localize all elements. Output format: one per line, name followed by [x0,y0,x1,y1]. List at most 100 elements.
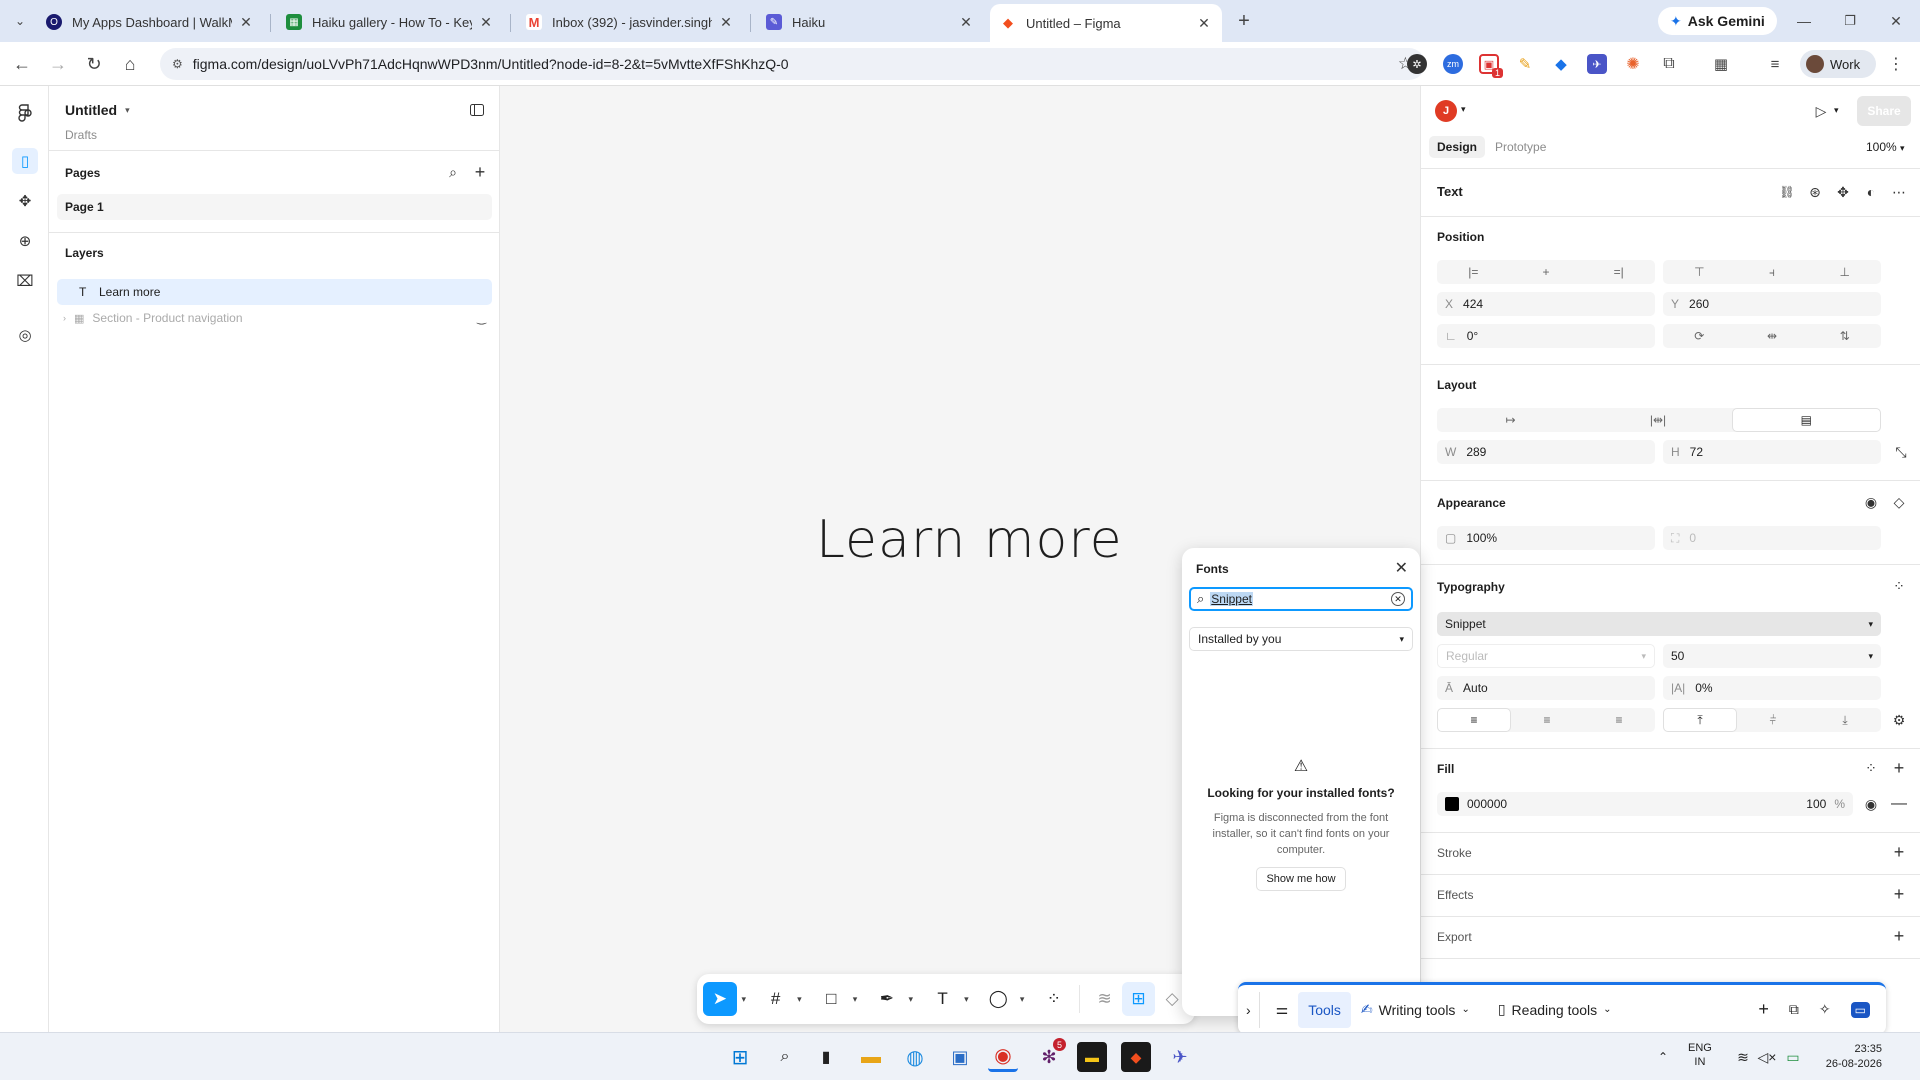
show-me-how-button[interactable]: Show me how [1256,867,1346,891]
comment-tool-icon[interactable]: ◯ [981,982,1015,1016]
chevron-down-icon[interactable]: ▾ [848,994,862,1005]
store-icon[interactable]: ▣ [945,1042,975,1072]
fill-color-swatch[interactable] [1445,797,1459,811]
corner-radius-field[interactable]: ⛶ 0 [1663,526,1881,550]
chevron-down-icon[interactable]: ▾ [959,994,973,1005]
user-avatar[interactable]: J [1435,100,1457,122]
add-export-icon[interactable]: + [1889,926,1909,946]
text-align-right-icon[interactable]: ≡ [1583,708,1655,732]
edge-icon[interactable]: ◍ [900,1042,930,1072]
chrome-icon[interactable]: ◉ [988,1042,1018,1072]
font-family-select[interactable]: Snippet ▾ [1437,612,1881,636]
figma-app-icon[interactable]: ◆ [1121,1042,1151,1072]
auto-width-icon[interactable]: ↦ [1437,408,1584,432]
align-center-h-icon[interactable]: + [1510,260,1583,284]
add-fill-icon[interactable]: + [1889,758,1909,778]
writing-tools-button[interactable]: ✍ Writing tools ⌄ [1351,992,1480,1028]
align-top-icon[interactable]: ⊤ [1663,260,1736,284]
add-icon[interactable]: + [1748,992,1779,1028]
close-icon[interactable]: ✕ [1395,558,1408,578]
text-align-middle-icon[interactable]: ⫩ [1737,708,1809,732]
pen-tool-icon[interactable]: ✒ [870,982,904,1016]
rotation-field[interactable]: ∟ 0° [1437,324,1655,348]
tab-prototype[interactable]: Prototype [1495,140,1546,154]
address-bar[interactable]: ⚙ figma.com/design/uoLVvPh71AdcHqnwWPD3n… [160,48,1425,80]
flip-vertical-icon[interactable]: ⇅ [1808,324,1881,348]
profile-button[interactable]: Work [1800,50,1876,78]
present-play-icon[interactable]: ▷ [1811,101,1831,121]
x-position-field[interactable]: X 424 [1437,292,1655,316]
plugins-icon[interactable]: ⊕ [12,228,38,254]
width-field[interactable]: W 289 [1437,440,1655,464]
file-explorer-icon[interactable]: ▬ [856,1042,886,1072]
magic-wand-icon[interactable]: ✧ [1809,992,1841,1028]
tab-search-chevron-icon[interactable]: ⌄ [6,7,34,35]
zoom-extension-icon[interactable]: zm [1443,54,1463,74]
clock[interactable]: 23:35 26-08-2026 [1818,1042,1882,1072]
add-stroke-icon[interactable]: + [1889,842,1909,862]
reading-tools-button[interactable]: ▯ Reading tools ⌄ [1488,992,1622,1028]
text-align-bottom-icon[interactable]: ⤓ [1809,708,1881,732]
chevron-down-icon[interactable]: ▾ [737,994,751,1005]
file-pages-icon[interactable]: ▯ [12,148,38,174]
draw-mode-icon[interactable]: ≋ [1088,982,1122,1016]
briefcase-icon[interactable]: ⌧ [12,268,38,294]
close-window-icon[interactable]: ✕ [1882,7,1910,35]
hidden-eye-icon[interactable]: ‿ [477,312,486,325]
line-height-field[interactable]: Ā Auto [1437,676,1655,700]
haiku-extension-icon[interactable]: ✈ [1587,54,1607,74]
pen-extension-icon[interactable]: ✎ [1515,54,1535,74]
fill-styles-icon[interactable]: ⁘ [1861,758,1881,778]
chat-icon[interactable]: ▭ [1841,992,1880,1028]
chevron-down-icon[interactable]: ▾ [792,994,806,1005]
extensions-puzzle-icon[interactable]: ⧉ [1659,54,1679,74]
dev-mode-icon[interactable]: ◎ [12,322,38,348]
close-tab-icon[interactable]: ✕ [958,14,974,31]
design-mode-icon[interactable]: ⊞ [1121,982,1156,1016]
text-align-top-icon[interactable]: ⤒ [1663,708,1737,732]
create-component-icon[interactable]: ✥ [1833,182,1853,202]
close-tab-icon[interactable]: ✕ [238,14,254,31]
font-search-input[interactable]: ⌕ Snippet ✕ [1189,587,1413,611]
forward-icon[interactable]: → [44,50,72,78]
tools-settings-icon[interactable]: ⚌ [1266,992,1299,1028]
align-right-icon[interactable]: =| [1582,260,1655,284]
file-name-menu[interactable]: Untitled ▾ [65,102,130,118]
flip-horizontal-icon[interactable]: ⇹ [1736,324,1809,348]
visibility-eye-icon[interactable]: ◉ [1861,492,1881,512]
more-options-icon[interactable]: ⋯ [1889,182,1909,202]
fixed-size-icon[interactable]: ▤ [1731,408,1881,432]
blend-mode-icon[interactable]: ◇ [1889,492,1909,512]
browser-tab-figma[interactable]: ◆ Untitled – Figma ✕ [990,4,1222,42]
haiku-app-icon[interactable]: ✈ [1165,1042,1195,1072]
sidebar-toggle-icon[interactable] [467,100,487,120]
font-source-filter[interactable]: Installed by you ▾ [1189,627,1413,651]
align-left-icon[interactable]: |= [1437,260,1510,284]
show-hidden-icons-chevron[interactable]: ⌃ [1648,1042,1678,1072]
text-align-left-icon[interactable]: ≡ [1437,708,1511,732]
battery-icon[interactable]: ▭ [1778,1042,1808,1072]
auto-height-icon[interactable]: |⇹| [1584,408,1731,432]
zoom-menu[interactable]: 100% ▾ [1866,140,1905,154]
remove-fill-icon[interactable]: — [1889,794,1909,814]
reload-icon[interactable]: ↻ [80,50,108,78]
minimize-window-icon[interactable]: — [1790,7,1818,35]
add-effect-icon[interactable]: + [1889,884,1909,904]
mask-icon[interactable]: ◐ [1861,182,1881,202]
reading-mode-icon[interactable]: ≡ [1765,54,1785,74]
chevron-down-icon[interactable]: ▾ [1015,994,1029,1005]
link-icon[interactable]: ⛓ [1777,182,1797,202]
page-item[interactable]: Page 1 [57,194,492,220]
close-tab-icon[interactable]: ✕ [478,14,494,31]
layer-item-learn-more[interactable]: T Learn more [57,279,492,305]
extension-badge-icon[interactable]: ▣ 1 [1479,54,1503,78]
tools-button[interactable]: Tools [1298,991,1351,1028]
fill-color-field[interactable]: 000000 100 % [1437,792,1853,816]
search-icon[interactable]: ⌕ [770,1042,800,1072]
type-settings-icon[interactable]: ⚙ [1889,710,1909,730]
actions-tool-icon[interactable]: ⁘ [1037,982,1071,1016]
windows-start-icon[interactable]: ⊞ [725,1042,755,1072]
move-tool-icon[interactable]: ➤ [703,982,737,1016]
clear-search-icon[interactable]: ✕ [1391,592,1405,606]
search-pages-icon[interactable]: ⌕ [443,162,463,182]
